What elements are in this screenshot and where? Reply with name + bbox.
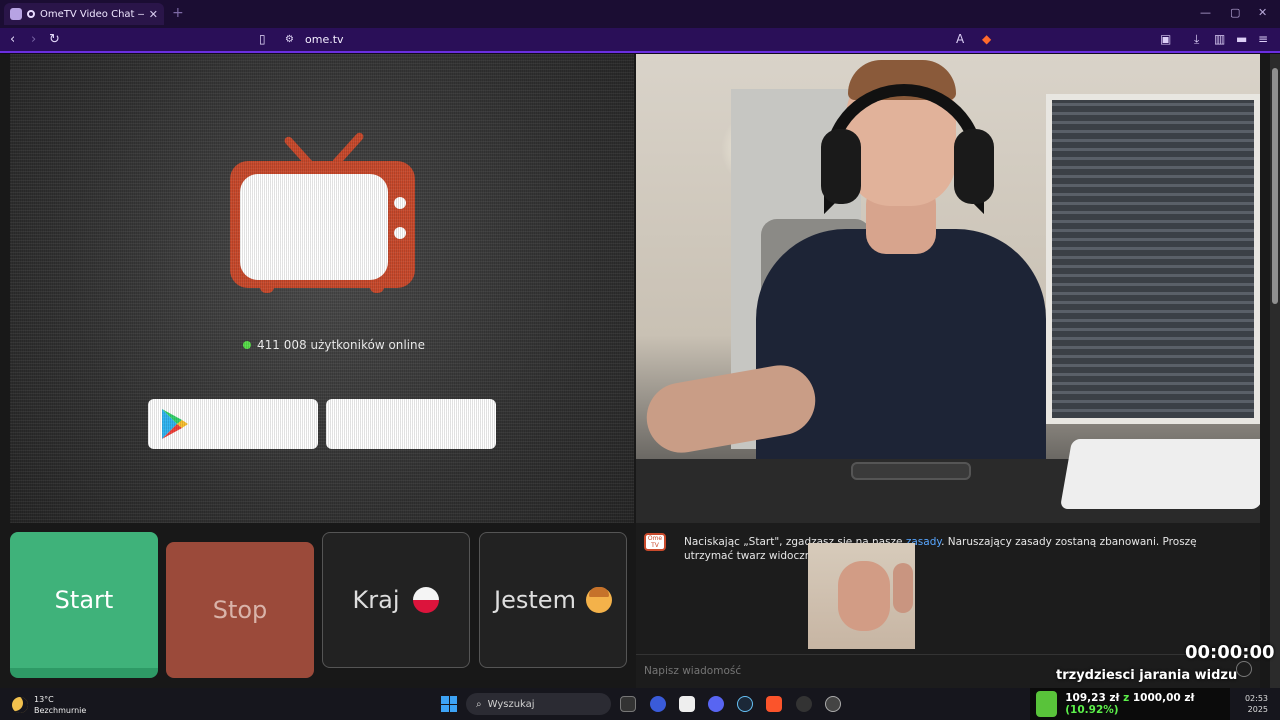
online-count: 411 008 użytkoników online <box>243 338 425 352</box>
emoji-icon[interactable] <box>1236 661 1252 677</box>
tab-favicon-icon <box>10 8 22 20</box>
reload-icon[interactable]: ↻ <box>49 32 60 47</box>
temperature: 13°C <box>34 695 54 704</box>
stop-button[interactable]: Stop <box>166 542 314 678</box>
sidebar-icon[interactable]: ▥ <box>1214 32 1225 46</box>
start-button[interactable]: Start <box>10 532 158 678</box>
gender-label: Jestem <box>494 586 576 614</box>
windows-start-icon[interactable] <box>441 696 457 712</box>
brave-shield-icon[interactable]: ◆ <box>982 32 991 46</box>
terminal-icon[interactable] <box>620 696 636 712</box>
moon-icon <box>12 697 28 713</box>
steam-icon[interactable] <box>737 696 753 712</box>
wallet-icon[interactable]: ▣ <box>1160 32 1171 46</box>
window-close-icon[interactable]: ✕ <box>1258 6 1267 19</box>
self-camera-preview <box>808 543 915 649</box>
browser-tab[interactable]: OmeTV Video Chat — Omeg ✕ <box>4 3 164 25</box>
stream-caption: trzydziesci jarania widzu <box>1056 668 1238 683</box>
donation-goal-widget: 109,23 zł z 1000,00 zł (10.92%) <box>1030 688 1230 720</box>
discord-icon[interactable] <box>708 696 724 712</box>
online-count-text: 411 008 użytkoników online <box>257 338 426 352</box>
ometv-logo-icon: Ome TV <box>644 533 666 551</box>
taskbar-search[interactable]: ⌕ Wyszukaj <box>466 693 611 715</box>
tv-logo-icon <box>230 127 415 297</box>
gender-button[interactable]: Jestem <box>479 532 627 668</box>
stream-timer: 00:00:00 <box>1185 642 1275 663</box>
chat-panel: Ome TV Naciskając „Start", zgadzasz się … <box>636 523 1260 688</box>
back-icon[interactable]: ‹ <box>10 32 15 47</box>
search-label: Wyszukaj <box>487 698 535 710</box>
app-icon-2[interactable] <box>796 696 812 712</box>
minimize-icon[interactable]: — <box>1200 6 1211 19</box>
obs-icon[interactable] <box>825 696 841 712</box>
page-content: 411 008 użytkoników online Start Stop Kr… <box>0 54 1270 688</box>
address-bar: ‹ › ↻ ▯ ⚙ ome.tv A ◆ ▣ ⤓ ▥ ▬ ≡ <box>0 28 1280 53</box>
notion-icon[interactable] <box>679 696 695 712</box>
tab-close-icon[interactable]: ✕ <box>149 8 158 21</box>
tab-title: OmeTV Video Chat — Omeg <box>40 8 144 20</box>
weather-widget[interactable]: 13°C Bezchmurnie <box>12 694 86 716</box>
online-dot-icon <box>243 341 251 349</box>
menu-icon[interactable]: ≡ <box>1258 32 1268 46</box>
browser-tabbar: OmeTV Video Chat — Omeg ✕ + — ▢ ✕ <box>0 0 1280 28</box>
goal-icon <box>1036 691 1058 717</box>
recording-icon <box>27 10 35 18</box>
url-field[interactable]: ome.tv <box>305 33 344 46</box>
start-label: Start <box>54 586 114 614</box>
app-store-button[interactable] <box>326 399 496 449</box>
translate-icon[interactable]: A <box>956 32 964 46</box>
search-icon: ⌕ <box>476 698 482 710</box>
partner-video-placeholder: 411 008 użytkoników online <box>10 54 634 523</box>
app-icon[interactable] <box>650 696 666 712</box>
partner-video <box>636 54 1260 523</box>
google-play-icon <box>162 409 188 439</box>
poland-flag-icon <box>413 587 440 613</box>
new-tab-button[interactable]: + <box>172 5 184 21</box>
download-icon[interactable]: ⤓ <box>1194 32 1199 47</box>
country-button[interactable]: Kraj <box>322 532 470 668</box>
goal-percent: (10.92%) <box>1065 704 1119 716</box>
google-play-button[interactable] <box>148 399 318 449</box>
person-avatar-icon <box>585 587 612 613</box>
system-clock[interactable]: 02:53 2025 <box>1240 693 1268 715</box>
brave-browser-icon[interactable] <box>766 696 782 712</box>
chat-message-input[interactable] <box>644 662 1084 680</box>
bookmark-icon[interactable]: ▯ <box>259 32 266 46</box>
taskbar: 13°C Bezchmurnie ⌕ Wyszukaj 109,23 zł z … <box>0 688 1280 720</box>
country-label: Kraj <box>352 586 400 614</box>
site-settings-icon[interactable]: ⚙ <box>285 34 294 45</box>
maximize-icon[interactable]: ▢ <box>1230 6 1240 19</box>
page-scrollbar[interactable] <box>1270 54 1280 688</box>
stop-label: Stop <box>212 596 268 624</box>
forward-icon[interactable]: › <box>31 32 36 47</box>
weather-condition: Bezchmurnie <box>34 706 87 715</box>
chat-system-message: Naciskając „Start", zgadzasz się na nasz… <box>684 536 1197 562</box>
goal-current: 109,23 zł <box>1065 692 1120 704</box>
vpn-icon[interactable]: ▬ <box>1236 32 1247 46</box>
goal-target: 1000,00 zł <box>1132 692 1195 704</box>
